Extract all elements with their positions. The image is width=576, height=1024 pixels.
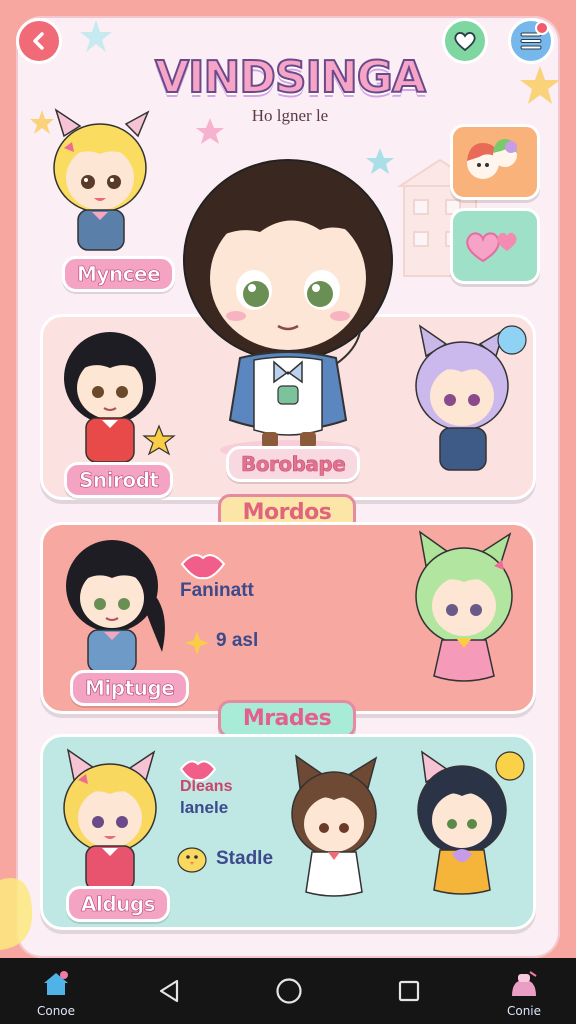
section-tab-mrades[interactable]: Mrades — [218, 700, 356, 738]
character-miptuge-sprite[interactable] — [52, 528, 178, 678]
menu-button[interactable] — [508, 18, 554, 64]
feature-faninatt[interactable]: Faninatt — [180, 580, 254, 602]
love-tile[interactable] — [450, 208, 540, 284]
nav-profile-label: Conie — [506, 1004, 542, 1018]
character-brown-cat-sprite[interactable] — [282, 752, 386, 902]
character-name-miptuge: Miptuge — [70, 670, 190, 706]
heart-icon — [454, 32, 476, 52]
lips-icon — [180, 554, 226, 580]
character-navy-cat-sprite[interactable] — [406, 746, 530, 902]
nav-home-button[interactable]: Conoe — [16, 958, 96, 1024]
favorite-button[interactable] — [442, 18, 488, 64]
character-name-myncee: Myncee — [62, 256, 176, 292]
bottom-navigation-bar: Conoe Conie — [0, 958, 576, 1024]
feature-lanele[interactable]: lanele — [180, 798, 228, 818]
feature-9-asl[interactable]: 9 asl — [216, 630, 258, 652]
character-cat-girl-sprite[interactable] — [400, 320, 530, 480]
nav-home-label: Conoe — [36, 1004, 76, 1018]
feature-stadle[interactable]: Stadle — [216, 848, 273, 870]
triangle-back-icon — [159, 979, 179, 1003]
character-green-cat-sprite[interactable] — [402, 526, 528, 690]
nav-profile-button[interactable]: Conie — [484, 958, 564, 1024]
hamburger-menu-icon — [520, 32, 542, 50]
game-subtitle: Ho lgner le — [251, 106, 329, 125]
system-home-button[interactable] — [266, 958, 312, 1024]
game-title: VINDSINGA — [154, 51, 427, 104]
notification-dot — [535, 21, 549, 35]
character-myncee-sprite[interactable] — [34, 106, 164, 266]
circle-home-icon — [276, 978, 302, 1004]
sparkle-icon — [185, 631, 209, 655]
character-name-aldugs: Aldugs — [66, 886, 171, 922]
home-icon — [44, 971, 68, 995]
back-button[interactable] — [16, 18, 62, 64]
character-name-snirodt: Snirodt — [64, 462, 174, 498]
system-back-button[interactable] — [146, 958, 192, 1024]
system-recents-button[interactable] — [386, 958, 432, 1024]
friends-icon — [467, 139, 517, 179]
character-aldugs-sprite[interactable] — [50, 746, 172, 896]
back-arrow-icon — [33, 32, 44, 50]
feature-dleans[interactable]: Dleans — [180, 778, 232, 796]
hearts-icon — [466, 232, 517, 263]
square-recents-icon — [398, 980, 420, 1002]
friends-tile[interactable] — [450, 124, 540, 200]
character-name-borobape: Borobape — [226, 446, 361, 482]
character-borobape-sprite[interactable] — [170, 150, 410, 460]
profile-icon — [512, 971, 537, 996]
chick-icon — [177, 847, 207, 873]
